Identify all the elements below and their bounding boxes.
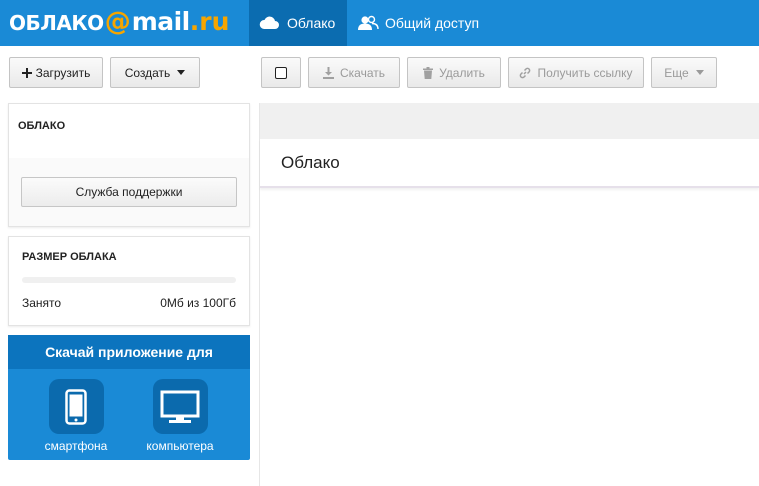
- storage-used-value: 0Мб из 100Гб: [160, 296, 236, 310]
- download-button[interactable]: Скачать: [308, 57, 400, 88]
- storage-size-title: РАЗМЕР ОБЛАКА: [22, 251, 117, 263]
- cloud-panel-title: ОБЛАКО: [9, 104, 249, 158]
- storage-usage-bar: [22, 277, 236, 283]
- logo-at: @: [104, 7, 131, 37]
- chevron-down-icon: [695, 70, 704, 75]
- cloud-icon: [259, 15, 281, 31]
- app-smartphone-label: смартфона: [44, 439, 108, 453]
- tab-shared-access[interactable]: Общий доступ: [347, 0, 497, 46]
- select-all-checkbox[interactable]: [261, 57, 301, 88]
- delete-button[interactable]: Удалить: [407, 57, 501, 88]
- monitor-icon: [152, 379, 208, 434]
- app-download-title: Скачай приложение для: [8, 335, 250, 369]
- delete-label: Удалить: [439, 65, 485, 80]
- get-link-label: Получить ссылку: [537, 65, 633, 80]
- app-computer-link[interactable]: компьютера: [142, 379, 218, 453]
- download-label: Скачать: [340, 65, 385, 80]
- storage-size-panel: РАЗМЕР ОБЛАКА Занято 0Мб из 100Гб: [8, 236, 250, 326]
- support-button[interactable]: Служба поддержки: [21, 177, 237, 207]
- content-toolbar-strip: [260, 103, 759, 139]
- trash-icon: [423, 66, 434, 79]
- logo-text-cloud: ОБЛАКО: [9, 11, 104, 35]
- plus-icon: [21, 67, 32, 78]
- chevron-down-icon: [177, 70, 186, 75]
- logo-text-ru: .ru: [189, 7, 230, 36]
- logo-text-mail: mail: [131, 7, 191, 36]
- upload-label: Загрузить: [35, 65, 91, 80]
- upload-button[interactable]: Загрузить: [9, 57, 103, 88]
- folder-title: Облако: [260, 139, 759, 188]
- storage-used-label: Занято: [22, 296, 62, 310]
- app-computer-label: компьютера: [146, 439, 214, 453]
- smartphone-icon: [48, 379, 104, 434]
- more-button[interactable]: Еще: [651, 57, 717, 88]
- create-button[interactable]: Создать: [110, 57, 200, 88]
- app-download-panel: Скачай приложение для смартфона компьюте…: [8, 335, 250, 460]
- link-icon: [519, 67, 531, 79]
- users-icon: [357, 15, 379, 31]
- tab-cloud-label: Облако: [287, 15, 336, 31]
- app-smartphone-link[interactable]: смартфона: [41, 379, 111, 453]
- more-label: Еще: [664, 65, 689, 80]
- tab-cloud[interactable]: Облако: [249, 0, 347, 46]
- create-label: Создать: [124, 65, 171, 80]
- download-icon: [323, 66, 334, 79]
- get-link-button[interactable]: Получить ссылку: [508, 57, 644, 88]
- tab-shared-label: Общий доступ: [385, 15, 480, 31]
- cloud-panel: ОБЛАКО Служба поддержки: [8, 103, 250, 227]
- top-bar: ОБЛАКО @ mail .ru Облако Общий доступ: [0, 0, 759, 46]
- checkbox-icon: [275, 66, 287, 79]
- logo[interactable]: ОБЛАКО @ mail .ru: [9, 7, 229, 37]
